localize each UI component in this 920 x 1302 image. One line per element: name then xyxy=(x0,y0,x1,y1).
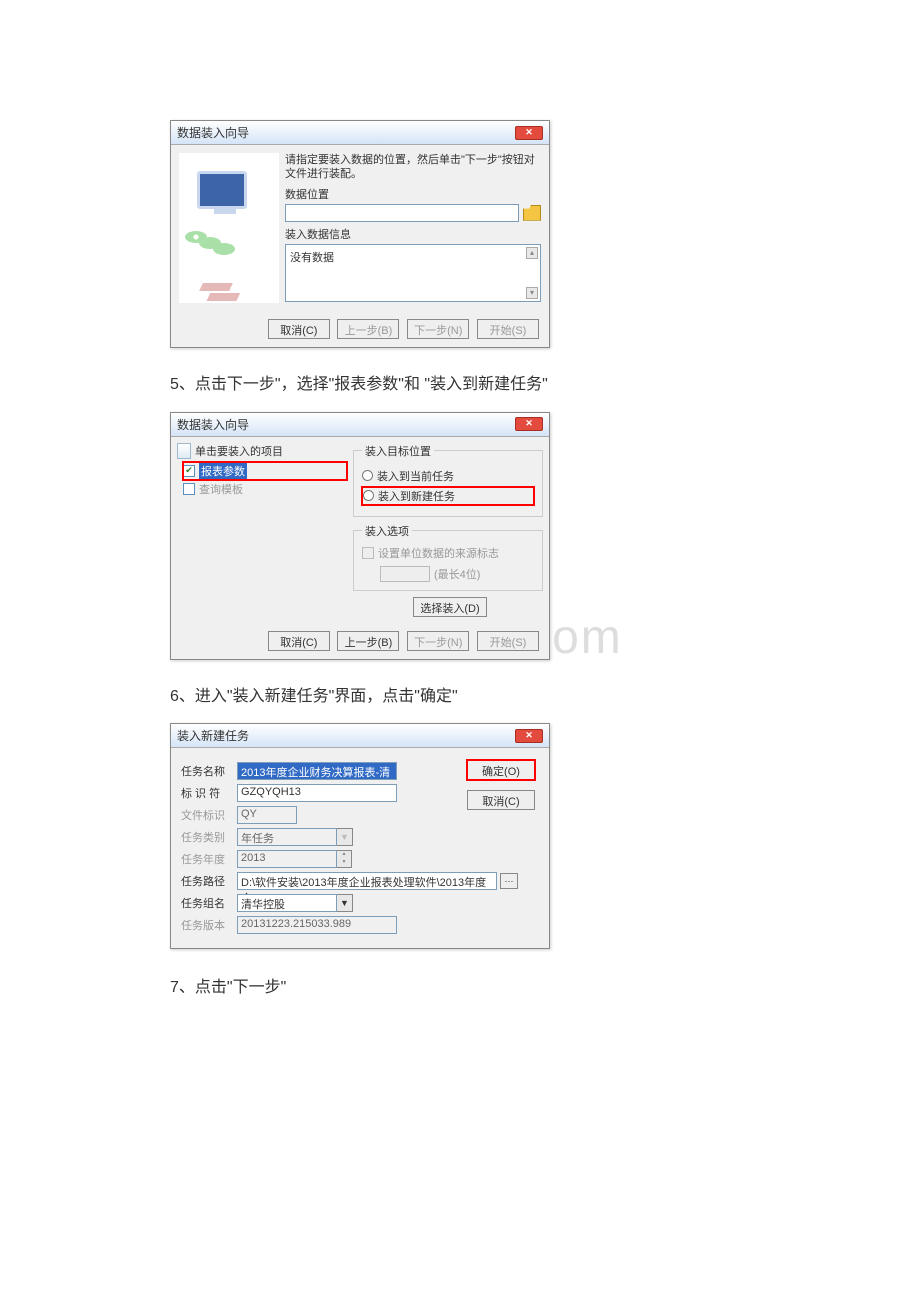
data-location-input[interactable] xyxy=(285,204,519,222)
chevron-down-icon[interactable]: ▼ xyxy=(337,894,353,912)
task-version-input: 20131223.215033.989 xyxy=(237,916,397,934)
dialog-data-import-2: 数据装入向导 ✕ 单击要装入的项目 ✔ 报表参数 查询模板 装入目标位置 装 xyxy=(170,412,550,660)
cancel-button[interactable]: 取消(C) xyxy=(268,319,330,339)
titlebar: 数据装入向导 ✕ xyxy=(171,121,549,145)
load-info-label: 装入数据信息 xyxy=(285,226,541,242)
step-5-text: 5、点击下一步"，选择"报表参数"和 "装入到新建任务" xyxy=(170,372,750,398)
label-file-id: 文件标识 xyxy=(181,807,237,823)
checkbox-icon xyxy=(362,547,374,559)
radio-icon[interactable] xyxy=(363,490,374,501)
label-task-path: 任务路径 xyxy=(181,873,237,889)
target-location-group: 装入目标位置 装入到当前任务 装入到新建任务 xyxy=(353,443,543,517)
list-item-report-params[interactable]: ✔ 报表参数 xyxy=(183,462,347,480)
checkbox-icon[interactable] xyxy=(183,483,195,495)
option-set-source-flag: 设置单位数据的来源标志 xyxy=(362,545,534,561)
task-path-input[interactable]: D:\软件安装\2013年度企业报表处理软件\2013年度企 xyxy=(237,872,497,890)
step-6-text: 6、进入"装入新建任务"界面，点击"确定" xyxy=(170,684,750,710)
group-legend: 装入目标位置 xyxy=(362,443,434,459)
close-icon[interactable]: ✕ xyxy=(515,126,543,140)
titlebar: 装入新建任务 ✕ xyxy=(171,724,549,748)
radio-label: 装入到新建任务 xyxy=(378,488,455,504)
scroll-up-icon[interactable]: ▴ xyxy=(526,247,538,259)
step-7-text: 7、点击"下一步" xyxy=(170,975,750,1001)
browse-icon[interactable]: ⋯ xyxy=(500,873,518,889)
load-info-box: 没有数据 ▴ ▾ xyxy=(285,244,541,302)
label-task-version: 任务版本 xyxy=(181,917,237,933)
folder-open-icon[interactable] xyxy=(523,205,541,221)
next-button: 下一步(N) xyxy=(407,319,469,339)
year-spinner: ▴▾ xyxy=(337,850,352,868)
start-button: 开始(S) xyxy=(477,319,539,339)
chevron-down-icon: ▼ xyxy=(337,828,353,846)
radio-icon[interactable] xyxy=(362,470,373,481)
load-info-content: 没有数据 xyxy=(290,252,334,264)
label-task-year: 任务年度 xyxy=(181,851,237,867)
task-year-input: 2013 xyxy=(237,850,337,868)
cancel-button[interactable]: 取消(C) xyxy=(467,790,535,810)
task-group-select[interactable]: 清华控股 xyxy=(237,894,337,912)
cancel-button[interactable]: 取消(C) xyxy=(268,631,330,651)
label-identifier: 标 识 符 xyxy=(181,785,237,801)
hint-text: (最长4位) xyxy=(434,566,480,582)
group-legend: 装入选项 xyxy=(362,523,412,539)
radio-current-task[interactable]: 装入到当前任务 xyxy=(362,468,534,484)
back-button: 上一步(B) xyxy=(337,319,399,339)
next-button: 下一步(N) xyxy=(407,631,469,651)
dialog-data-import-1: 数据装入向导 ✕ 请指定要装入数据的位置，然后单击"下一步"按钮对文件进行装配。… xyxy=(170,120,550,348)
load-options-group: 装入选项 设置单位数据的来源标志 (最长4位) xyxy=(353,523,543,591)
label-task-group: 任务组名 xyxy=(181,895,237,911)
back-button[interactable]: 上一步(B) xyxy=(337,631,399,651)
scroll-down-icon[interactable]: ▾ xyxy=(526,287,538,299)
option-label: 设置单位数据的来源标志 xyxy=(378,545,499,561)
list-header: 单击要装入的项目 xyxy=(195,443,283,459)
dialog-title: 数据装入向导 xyxy=(177,416,249,433)
select-load-button[interactable]: 选择装入(D) xyxy=(413,597,486,617)
radio-new-task[interactable]: 装入到新建任务 xyxy=(362,487,534,505)
dialog-title: 装入新建任务 xyxy=(177,727,249,744)
close-icon[interactable]: ✕ xyxy=(515,417,543,431)
file-id-input: QY xyxy=(237,806,297,824)
instruction-text: 请指定要装入数据的位置，然后单击"下一步"按钮对文件进行装配。 xyxy=(285,153,541,182)
task-name-input[interactable]: 2013年度企业财务决算报表-清华 xyxy=(237,762,397,780)
list-item-label: 查询模板 xyxy=(199,481,243,497)
list-item-label: 报表参数 xyxy=(199,463,247,479)
identifier-input[interactable]: GZQYQH13 xyxy=(237,784,397,802)
source-flag-input xyxy=(380,566,430,582)
dialog-new-task: 装入新建任务 ✕ 确定(O) 取消(C) 任务名称 2013年度企业财务决算报表… xyxy=(170,723,550,949)
items-list: 单击要装入的项目 ✔ 报表参数 查询模板 xyxy=(177,443,347,617)
checkbox-icon[interactable]: ✔ xyxy=(183,465,195,477)
wizard-clipart xyxy=(179,153,279,303)
close-icon[interactable]: ✕ xyxy=(515,729,543,743)
label-task-type: 任务类别 xyxy=(181,829,237,845)
dialog-title: 数据装入向导 xyxy=(177,124,249,141)
label-task-name: 任务名称 xyxy=(181,763,237,779)
task-type-select: 年任务 xyxy=(237,828,337,846)
ok-button[interactable]: 确定(O) xyxy=(467,760,535,780)
radio-label: 装入到当前任务 xyxy=(377,468,454,484)
data-location-label: 数据位置 xyxy=(285,186,541,202)
list-item-query-template[interactable]: 查询模板 xyxy=(183,480,347,498)
titlebar: 数据装入向导 ✕ xyxy=(171,413,549,437)
start-button: 开始(S) xyxy=(477,631,539,651)
document-icon xyxy=(177,443,191,459)
